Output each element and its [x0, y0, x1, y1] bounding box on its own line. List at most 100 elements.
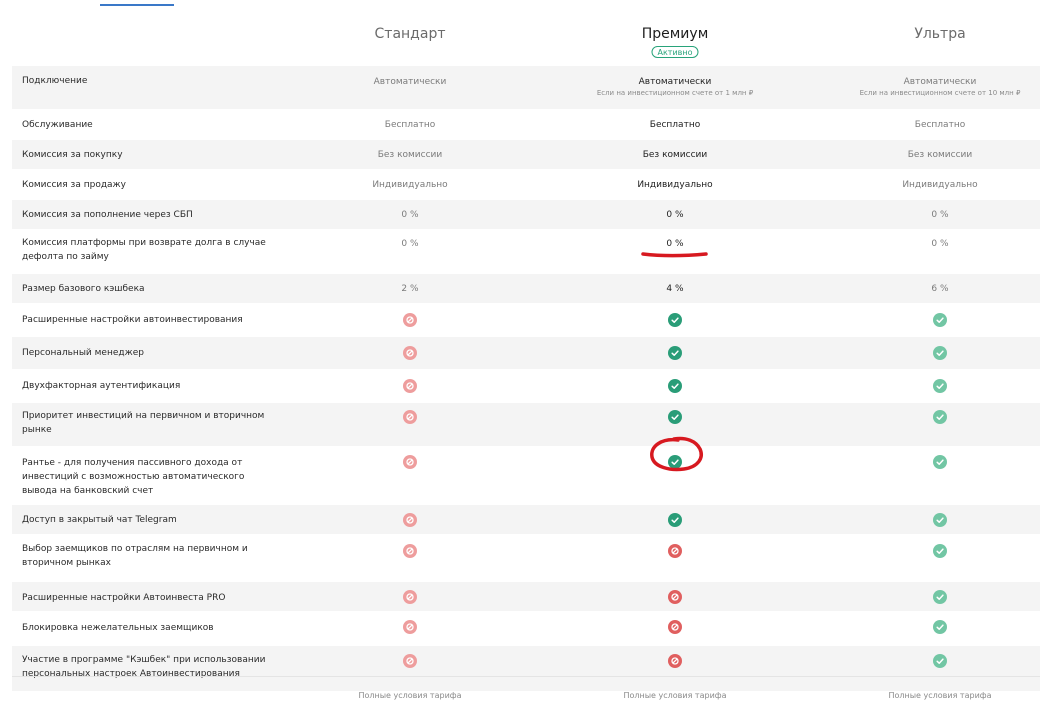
check-icon	[668, 379, 682, 393]
cell-value: 0 %	[931, 239, 949, 249]
cell-ultra	[820, 590, 1040, 604]
check-icon	[933, 654, 947, 668]
cell-premium	[555, 346, 795, 360]
cell-ultra	[820, 513, 1040, 527]
table-row: Комиссия за продажу Индивидуально Индивиду…	[12, 170, 1040, 200]
not-available-icon	[403, 379, 417, 393]
table-row: Доступ в закрытый чат Telegram	[12, 505, 1040, 535]
cell-premium: Без комиссии	[555, 149, 795, 161]
cell-standard	[290, 346, 530, 360]
cell-premium	[555, 313, 795, 327]
cell-value: Индивидуально	[637, 180, 713, 190]
cell-ultra	[820, 455, 1040, 469]
row-label: Комиссия платформы при возврате долга в …	[22, 238, 266, 262]
not-available-icon	[403, 654, 417, 668]
cell-standard	[290, 313, 530, 327]
cell-ultra: Автоматически Если на инвестиционном счет…	[820, 76, 1040, 99]
row-label: Доступ в закрытый чат Telegram	[22, 515, 177, 525]
cell-value: Без комиссии	[377, 150, 443, 160]
table-row: Размер базового кэшбека 2 % 4 % 6 %	[12, 274, 1040, 304]
check-icon	[668, 513, 682, 527]
full-terms-link-premium[interactable]: Полные условия тарифа	[575, 691, 775, 700]
row-label: Комиссия за продажу	[22, 180, 126, 190]
plan-name-standard: Стандарт	[374, 26, 446, 42]
cell-premium: Бесплатно	[555, 119, 795, 131]
row-label: Приоритет инвестиций на первичном и втор…	[22, 411, 265, 435]
check-icon	[933, 455, 947, 469]
not-available-icon	[668, 654, 682, 668]
table-row: Комиссия платформы при возврате долга в …	[12, 230, 1040, 274]
table-row: Рантье - для получения пассивного дохода…	[12, 447, 1040, 505]
not-available-icon	[403, 544, 417, 558]
cell-value: Бесплатно	[384, 120, 436, 130]
cell-ultra	[820, 620, 1040, 634]
cell-value: 4 %	[666, 284, 684, 294]
cell-ultra	[820, 346, 1040, 360]
cell-value: Без комиссии	[642, 150, 708, 160]
check-icon	[933, 379, 947, 393]
table-row: Комиссия за пополнение через СБП 0 % 0 % 0 …	[12, 200, 1040, 230]
cell-ultra: 0 %	[820, 209, 1040, 221]
row-label: Выбор заемщиков по отраслям на первичном…	[22, 544, 248, 568]
cell-value: 0 %	[401, 210, 419, 220]
cell-value: 0 %	[401, 239, 419, 249]
cell-value: Бесплатно	[649, 120, 701, 130]
check-icon	[933, 620, 947, 634]
not-available-icon	[403, 410, 417, 424]
cell-subnote: Если на инвестиционном счете от 1 млн ₽	[596, 89, 754, 97]
not-available-icon	[668, 620, 682, 634]
row-label: Персональный менеджер	[22, 348, 144, 358]
row-label: Блокировка нежелательных заемщиков	[22, 623, 214, 633]
not-available-icon	[668, 590, 682, 604]
cell-standard	[290, 410, 530, 424]
row-label: Расширенные настройки автоинвестирования	[22, 315, 243, 325]
cell-value: Индивидуально	[372, 180, 448, 190]
cell-standard	[290, 513, 530, 527]
table-row: Приоритет инвестиций на первичном и втор…	[12, 403, 1040, 447]
cell-standard: Бесплатно	[290, 119, 530, 131]
cell-ultra: Индивидуально	[820, 179, 1040, 191]
not-available-icon	[403, 455, 417, 469]
cell-standard	[290, 620, 530, 634]
cell-standard	[290, 544, 530, 558]
row-label: Обслуживание	[22, 120, 93, 130]
cell-standard: 2 %	[290, 283, 530, 295]
not-available-icon	[668, 544, 682, 558]
cell-premium: 4 %	[555, 283, 795, 295]
cell-subnote: Если на инвестиционном счете от 10 млн ₽	[859, 89, 1021, 97]
active-badge: Активно	[651, 46, 699, 58]
full-terms-link-standard[interactable]: Полные условия тарифа	[310, 691, 510, 700]
cell-ultra	[820, 654, 1040, 668]
cell-value: Автоматически	[903, 77, 977, 87]
check-icon	[668, 313, 682, 327]
cell-ultra: Бесплатно	[820, 119, 1040, 131]
check-icon	[933, 544, 947, 558]
cell-premium: 0 %	[555, 209, 795, 221]
table-row: Обслуживание Бесплатно Бесплатно Бесплатно	[12, 110, 1040, 140]
cell-value: Индивидуально	[902, 180, 978, 190]
cell-ultra: 6 %	[820, 283, 1040, 295]
full-terms-link-ultra[interactable]: Полные условия тарифа	[840, 691, 1040, 700]
cell-premium: Индивидуально	[555, 179, 795, 191]
cell-ultra: Без комиссии	[820, 149, 1040, 161]
cell-value: Бесплатно	[914, 120, 966, 130]
cell-standard: Автоматически	[290, 76, 530, 88]
table-row: Выбор заемщиков по отраслям на первичном…	[12, 535, 1040, 582]
cell-ultra	[820, 379, 1040, 393]
row-label: Подключение	[22, 76, 88, 86]
table-row: Расширенные настройки автоинвестирования	[12, 304, 1040, 337]
cell-value: Без комиссии	[907, 150, 973, 160]
not-available-icon	[403, 513, 417, 527]
cell-value: Автоматически	[638, 77, 712, 87]
not-available-icon	[403, 620, 417, 634]
cell-standard	[290, 455, 530, 469]
cell-premium	[555, 544, 795, 558]
cell-standard: 0 %	[290, 209, 530, 221]
cell-premium	[555, 620, 795, 634]
not-available-icon	[403, 346, 417, 360]
table-row: Комиссия за покупку Без комиссии Без комис…	[12, 140, 1040, 170]
cell-standard	[290, 654, 530, 668]
table-row: Блокировка нежелательных заемщиков	[12, 612, 1040, 646]
cell-ultra	[820, 544, 1040, 558]
row-label: Размер базового кэшбека	[22, 284, 145, 294]
